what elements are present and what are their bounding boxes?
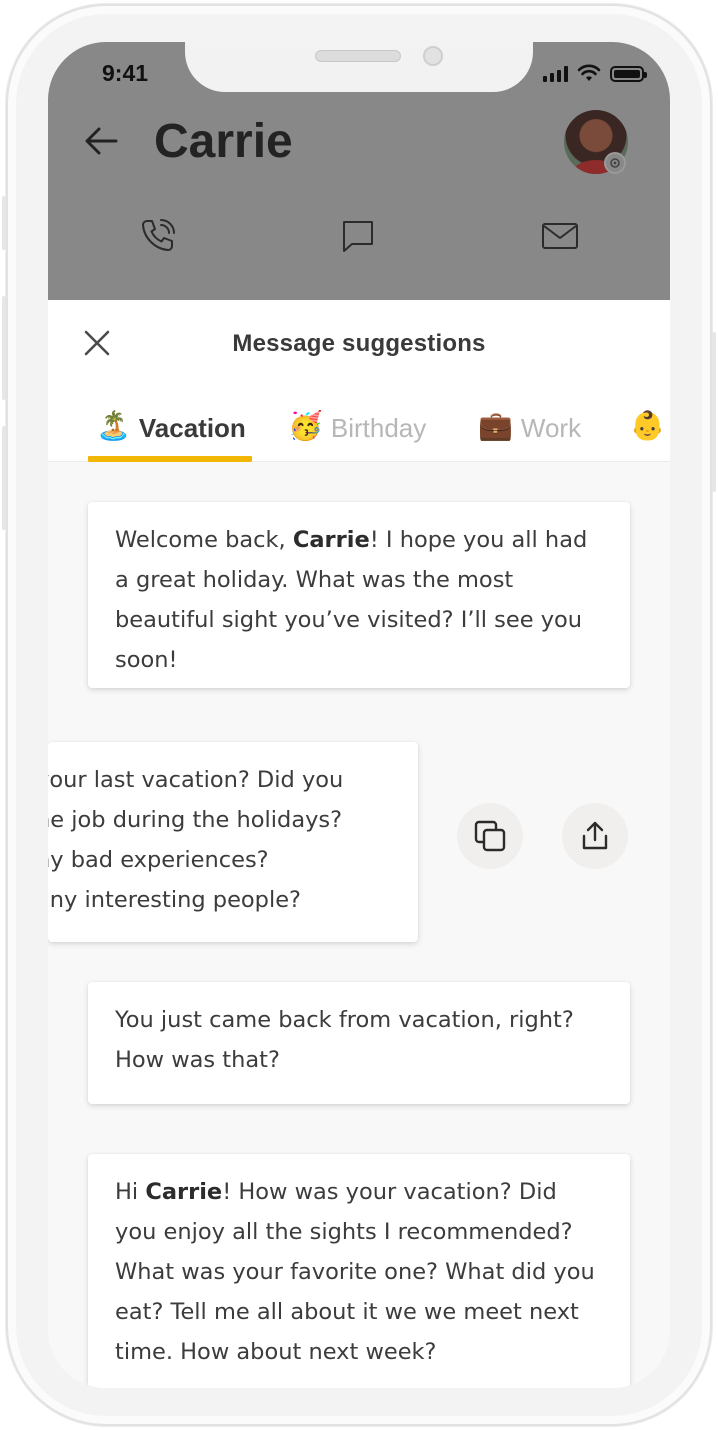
message-text: ! How was your vacation? Did you enjoy a… <box>115 1179 595 1365</box>
sheet-title: Message suggestions <box>232 330 486 357</box>
tab-birthday[interactable]: 🥳 Birthday <box>288 410 426 462</box>
sheet-header: Message suggestions 🏝️ Vacation 🥳 Birthd… <box>48 300 670 462</box>
message-line: he job during the holidays? <box>48 807 343 833</box>
chat-icon[interactable] <box>338 216 378 256</box>
suggestion-card[interactable]: You just came back from vacation, right?… <box>88 982 630 1104</box>
suggestion-card[interactable]: Hi Carrie! How was your vacation? Did yo… <box>88 1154 630 1388</box>
signal-icon <box>543 66 568 82</box>
active-tab-indicator <box>88 456 252 462</box>
party-face-icon: 🥳 <box>288 410 323 442</box>
power-button <box>712 332 716 492</box>
suggestion-card-swiped[interactable]: your last vacation? Did you he job durin… <box>48 742 418 942</box>
message-suggestions-sheet: Message suggestions 🏝️ Vacation 🥳 Birthd… <box>48 300 670 1388</box>
mute-switch <box>2 196 6 250</box>
contact-name: Carrie <box>154 115 293 168</box>
speaker <box>315 50 401 62</box>
suggestion-card[interactable]: Welcome back, Carrie! I hope you all had… <box>88 502 630 688</box>
front-camera <box>423 46 443 66</box>
volume-down-button <box>2 426 6 530</box>
back-arrow-icon[interactable] <box>82 122 120 160</box>
message-text: Hi <box>115 1179 146 1205</box>
message-line: ny bad experiences? <box>48 847 269 873</box>
baby-icon: 👶 <box>630 410 665 442</box>
message-line: your last vacation? Did you <box>48 767 344 793</box>
status-icons <box>543 64 647 82</box>
tab-baby[interactable]: 👶 <box>630 410 670 462</box>
mail-icon[interactable] <box>540 216 580 256</box>
share-icon <box>582 821 608 850</box>
volume-up-button <box>2 296 6 400</box>
contact-name-mention: Carrie <box>145 1179 223 1205</box>
contact-header: 9:41 Carrie <box>48 42 670 300</box>
briefcase-icon: 💼 <box>478 410 513 442</box>
phone-icon[interactable] <box>138 216 178 256</box>
contact-name-mention: Carrie <box>292 527 370 553</box>
island-icon: 🏝️ <box>96 410 131 442</box>
wifi-icon <box>577 64 601 81</box>
screen: 9:41 Carrie Message suggestions 🏝️ Vacat… <box>48 42 670 1388</box>
status-time: 9:41 <box>102 60 149 86</box>
message-line: any interesting people? <box>48 887 301 913</box>
message-text: You just came back from vacation, right?… <box>115 1007 574 1073</box>
message-text: Welcome back, <box>115 527 293 553</box>
copy-icon <box>474 820 506 852</box>
notch <box>185 42 533 92</box>
tab-label: Work <box>520 413 582 443</box>
settings-icon[interactable] <box>604 152 626 174</box>
battery-icon <box>610 66 647 82</box>
copy-button[interactable] <box>457 803 523 869</box>
tab-label: Birthday <box>330 413 427 443</box>
share-button[interactable] <box>562 803 628 869</box>
tab-label: Vacation <box>138 413 246 443</box>
category-tabs: 🏝️ Vacation 🥳 Birthday 💼 Work 👶 <box>88 410 670 462</box>
tab-work[interactable]: 💼 Work <box>478 410 581 462</box>
tab-vacation[interactable]: 🏝️ Vacation <box>96 410 246 462</box>
